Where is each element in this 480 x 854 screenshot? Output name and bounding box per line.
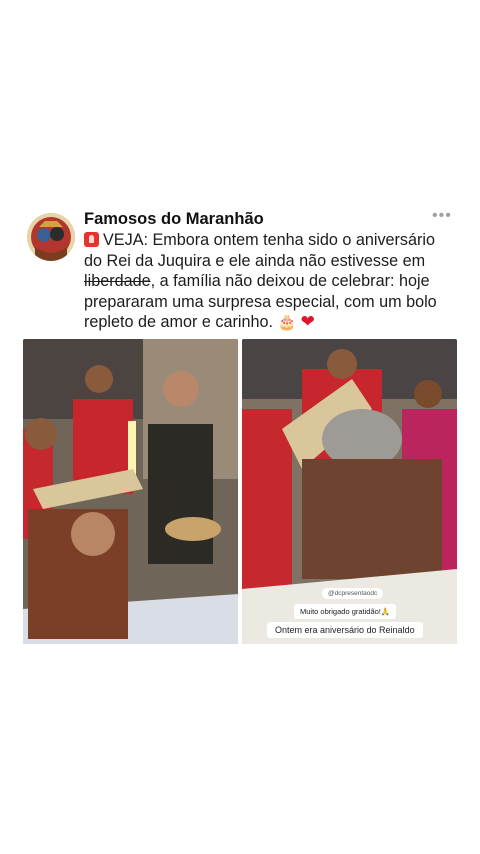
photo-left[interactable]: [23, 339, 238, 644]
cake-icon: 🎂: [277, 314, 297, 332]
text-line-1: VEJA: Embora ontem tenha sido o aniversá…: [84, 230, 464, 251]
text-line-5-content: repleto de amor e carinho.: [84, 313, 273, 332]
text-line-5: repleto de amor e carinho. 🎂 ❤: [84, 312, 464, 334]
more-dots-icon[interactable]: •••: [432, 207, 452, 225]
avatar-image: [27, 213, 75, 261]
text-line-2: do Rei da Juquira e ele ainda não estive…: [84, 251, 426, 270]
siren-icon: [84, 232, 99, 247]
overlay-thanks: Muito obrigado gratidão!🙏: [294, 604, 397, 619]
text-line-4: prepararam uma surpresa especial, com um…: [84, 292, 437, 311]
author-name[interactable]: Famosos do Maranhão: [84, 210, 264, 229]
photo-left-image: [23, 339, 238, 644]
avatar[interactable]: [27, 213, 75, 261]
post-text: VEJA: Embora ontem tenha sido o aniversá…: [84, 230, 464, 334]
heart-icon: ❤: [300, 312, 315, 332]
overlay-caption: Ontem era aniversário do Reinaldo: [267, 622, 423, 638]
overlay-tag: @dcpresentaodc: [322, 588, 384, 599]
text-line-3-rest: , a família não deixou de celebrar: hoje: [150, 272, 430, 291]
photo-right[interactable]: @dcpresentaodc Muito obrigado gratidão!🙏…: [242, 339, 457, 644]
text-line-3: liberdade, a família não deixou de celeb…: [84, 271, 464, 292]
strike-word: liberdade: [84, 272, 151, 291]
text-line-1-content: VEJA: Embora ontem tenha sido o aniversá…: [103, 231, 436, 249]
